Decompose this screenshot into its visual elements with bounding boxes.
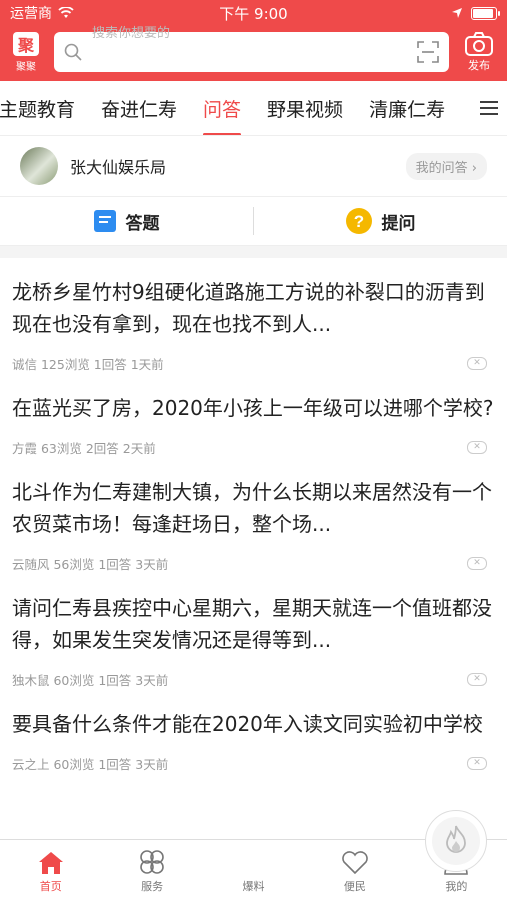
app-logo-button[interactable]: 聚 聚聚 xyxy=(8,31,44,73)
question-text: 北斗作为仁寿建制大镇，为什么长期以来居然没有一个农贸菜市场！每逢赶场日，整个场.… xyxy=(12,480,492,536)
tabbar-label: 便民 xyxy=(343,880,366,893)
tab-fenjin-renshou[interactable]: 奋进仁寿 xyxy=(88,95,190,122)
dismiss-icon[interactable]: ✕ xyxy=(467,756,487,770)
answer-button[interactable]: 答题 xyxy=(0,197,253,245)
answer-label: 答题 xyxy=(125,213,160,234)
home-icon xyxy=(38,852,63,874)
question-text: 要具备什么条件才能在2020年入读文同实验初中学校 xyxy=(12,712,483,736)
tab-theme-education[interactable]: 主题教育 xyxy=(0,95,88,122)
tabbar-home[interactable]: 首页 xyxy=(0,840,101,900)
channel-tabs: 主题教育 奋进仁寿 问答 野果视频 清廉仁寿 xyxy=(0,81,507,136)
tabbar-label: 首页 xyxy=(39,880,62,893)
ask-label: 提问 xyxy=(381,213,416,234)
question-icon: ? xyxy=(345,208,372,234)
carrier-label: 运营商 xyxy=(10,6,52,22)
status-bar: 运营商 下午 9:00 xyxy=(0,0,507,26)
logo-label: 聚聚 xyxy=(16,61,36,73)
list-item[interactable]: 要具备什么条件才能在2020年入读文同实验初中学校 云之上 60浏览 1回答 3… xyxy=(0,690,507,774)
question-meta: 诚信 125浏览 1回答 1天前 xyxy=(12,356,164,372)
dismiss-icon[interactable]: ✕ xyxy=(467,440,487,454)
question-text: 龙桥乡星竹村9组硬化道路施工方说的补裂口的沥青到现在也没有拿到，现在也找不到人.… xyxy=(12,280,485,336)
wifi-icon xyxy=(58,7,74,18)
question-meta: 云随风 56浏览 1回答 3天前 xyxy=(12,556,169,572)
tabbar-label: 服务 xyxy=(141,880,164,893)
app-header: 运营商 下午 9:00 聚 聚聚 搜索你想要的 发布 xyxy=(0,0,507,81)
list-item[interactable]: 北斗作为仁寿建制大镇，为什么长期以来居然没有一个农贸菜市场！每逢赶场日，整个场.… xyxy=(0,458,507,574)
tabbar-label: 爆料 xyxy=(242,880,265,893)
search-input[interactable]: 搜索你想要的 xyxy=(54,26,449,72)
battery-icon xyxy=(471,6,500,20)
my-answers-button[interactable]: 我的问答 › xyxy=(405,152,487,180)
heart-icon xyxy=(342,851,368,875)
status-time: 下午 9:00 xyxy=(219,4,288,23)
avatar[interactable] xyxy=(20,147,58,185)
answer-icon xyxy=(93,210,116,232)
flame-icon xyxy=(445,825,466,853)
tabbar-services[interactable]: 服务 xyxy=(101,840,202,900)
tab-wild-fruit-video[interactable]: 野果视频 xyxy=(254,95,356,122)
tab-qa[interactable]: 问答 xyxy=(190,95,254,135)
list-item[interactable]: 在蓝光买了房，2020年小孩上一年级可以进哪个学校? 方霞 63浏览 2回答 2… xyxy=(0,374,507,458)
question-text: 请问仁寿县疾控中心星期六，星期天就连一个值班都没得，如果发生突发情况还是得等到.… xyxy=(12,596,492,652)
dismiss-icon[interactable]: ✕ xyxy=(467,556,487,570)
tabbar-label: 我的 xyxy=(445,880,468,893)
tab-qinglian-renshou[interactable]: 清廉仁寿 xyxy=(356,95,458,122)
location-icon xyxy=(452,8,462,18)
list-item[interactable]: 请问仁寿县疾控中心星期六，星期天就连一个值班都没得，如果发生突发情况还是得等到.… xyxy=(0,574,507,690)
camera-icon xyxy=(465,32,493,56)
ask-button[interactable]: ? 提问 xyxy=(254,197,507,245)
scan-icon[interactable] xyxy=(417,41,439,63)
tabbar-report[interactable]: 爆料 xyxy=(203,810,487,900)
question-text: 在蓝光买了房，2020年小孩上一年级可以进哪个学校? xyxy=(12,396,494,420)
list-item[interactable]: 龙桥乡星竹村9组硬化道路施工方说的补裂口的沥青到现在也没有拿到，现在也找不到人.… xyxy=(0,258,507,374)
search-icon xyxy=(64,43,82,61)
user-row: 张大仙娱乐局 我的问答 › xyxy=(0,136,507,196)
search-placeholder: 搜索你想要的 xyxy=(92,26,171,41)
dismiss-icon[interactable]: ✕ xyxy=(467,672,487,686)
tabbar-convenience[interactable]: 便民 xyxy=(304,840,405,900)
report-center-button[interactable] xyxy=(424,810,487,872)
question-meta: 独木鼠 60浏览 1回答 3天前 xyxy=(12,672,169,688)
clover-icon xyxy=(140,850,164,874)
bottom-tab-bar: 首页 服务 爆料 便民 我的 xyxy=(0,810,507,900)
svg-text:?: ? xyxy=(353,212,363,231)
user-name: 张大仙娱乐局 xyxy=(70,158,167,177)
qa-actions: 答题 ? 提问 xyxy=(0,196,507,246)
question-meta: 方霞 63浏览 2回答 2天前 xyxy=(12,440,156,456)
section-gap xyxy=(0,246,507,258)
question-meta: 云之上 60浏览 1回答 3天前 xyxy=(12,756,169,772)
dismiss-icon[interactable]: ✕ xyxy=(467,356,487,370)
logo-mark: 聚 xyxy=(13,31,39,56)
tab-menu-icon[interactable] xyxy=(471,81,507,135)
publish-label: 发布 xyxy=(468,59,490,72)
publish-button[interactable]: 发布 xyxy=(459,31,499,73)
question-list: 龙桥乡星竹村9组硬化道路施工方说的补裂口的沥青到现在也没有拿到，现在也找不到人.… xyxy=(0,258,507,774)
